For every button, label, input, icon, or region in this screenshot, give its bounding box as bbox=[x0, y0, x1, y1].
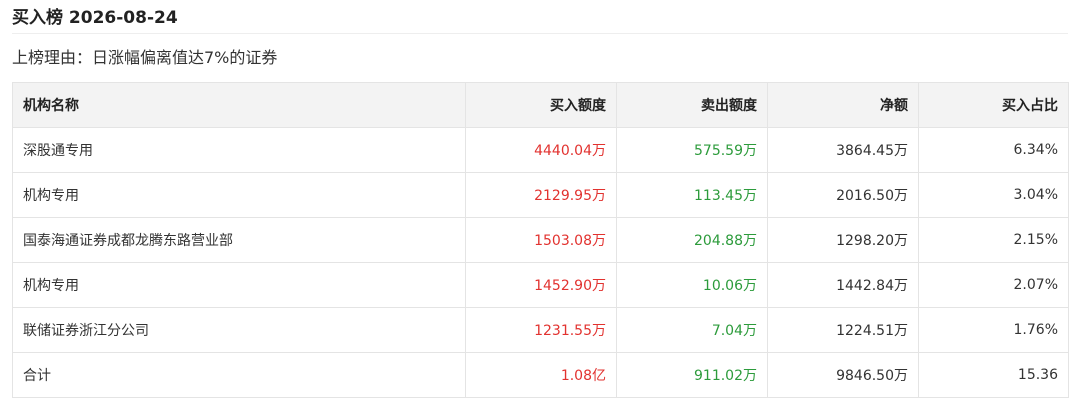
total-label: 合计 bbox=[12, 352, 466, 398]
institution-name: 机构专用 bbox=[12, 262, 466, 308]
buy-amount: 4440.04万 bbox=[465, 127, 617, 173]
buy-amount: 1503.08万 bbox=[465, 217, 617, 263]
buy-amount: 1231.55万 bbox=[465, 307, 617, 353]
buy-ratio: 6.34% bbox=[918, 127, 1069, 173]
buy-ratio: 2.15% bbox=[918, 217, 1069, 263]
column-header-buy-amount[interactable]: 买入额度 bbox=[465, 82, 617, 128]
institution-name: 深股通专用 bbox=[12, 127, 466, 173]
table-row[interactable]: 机构专用 1452.90万 10.06万 1442.84万 2.07% bbox=[12, 262, 1069, 308]
buy-ratio: 3.04% bbox=[918, 172, 1069, 218]
buy-list-table: 机构名称 买入额度 卖出额度 净额 买入占比 深股通专用 4440.04万 57… bbox=[12, 82, 1069, 398]
sell-amount: 113.45万 bbox=[616, 172, 768, 218]
sell-amount: 204.88万 bbox=[616, 217, 768, 263]
net-amount: 3864.45万 bbox=[767, 127, 919, 173]
column-header-institution[interactable]: 机构名称 bbox=[12, 82, 466, 128]
institution-name: 国泰海通证券成都龙腾东路营业部 bbox=[12, 217, 466, 263]
sell-amount: 575.59万 bbox=[616, 127, 768, 173]
column-header-buy-ratio[interactable]: 买入占比 bbox=[918, 82, 1069, 128]
buy-ratio: 1.76% bbox=[918, 307, 1069, 353]
buy-amount: 1452.90万 bbox=[465, 262, 617, 308]
table-row[interactable]: 机构专用 2129.95万 113.45万 2016.50万 3.04% bbox=[12, 172, 1069, 218]
total-buy-ratio: 15.36 bbox=[918, 352, 1069, 398]
table-header-row: 机构名称 买入额度 卖出额度 净额 买入占比 bbox=[12, 82, 1069, 128]
column-header-sell-amount[interactable]: 卖出额度 bbox=[616, 82, 768, 128]
table-row[interactable]: 深股通专用 4440.04万 575.59万 3864.45万 6.34% bbox=[12, 127, 1069, 173]
total-buy-amount: 1.08亿 bbox=[465, 352, 617, 398]
net-amount: 1298.20万 bbox=[767, 217, 919, 263]
page-title: 买入榜 2026-08-24 bbox=[12, 8, 178, 28]
table-row[interactable]: 联储证券浙江分公司 1231.55万 7.04万 1224.51万 1.76% bbox=[12, 307, 1069, 353]
column-header-net-amount[interactable]: 净额 bbox=[767, 82, 919, 128]
sell-amount: 7.04万 bbox=[616, 307, 768, 353]
institution-name: 机构专用 bbox=[12, 172, 466, 218]
net-amount: 1442.84万 bbox=[767, 262, 919, 308]
listing-reason: 上榜理由：日涨幅偏离值达7%的证券 bbox=[12, 48, 278, 67]
net-amount: 1224.51万 bbox=[767, 307, 919, 353]
net-amount: 2016.50万 bbox=[767, 172, 919, 218]
institution-name: 联储证券浙江分公司 bbox=[12, 307, 466, 353]
sell-amount: 10.06万 bbox=[616, 262, 768, 308]
buy-amount: 2129.95万 bbox=[465, 172, 617, 218]
total-net-amount: 9846.50万 bbox=[767, 352, 919, 398]
table-row[interactable]: 国泰海通证券成都龙腾东路营业部 1503.08万 204.88万 1298.20… bbox=[12, 217, 1069, 263]
title-divider bbox=[12, 33, 1068, 34]
table-total-row: 合计 1.08亿 911.02万 9846.50万 15.36 bbox=[12, 352, 1069, 398]
total-sell-amount: 911.02万 bbox=[616, 352, 768, 398]
buy-ratio: 2.07% bbox=[918, 262, 1069, 308]
